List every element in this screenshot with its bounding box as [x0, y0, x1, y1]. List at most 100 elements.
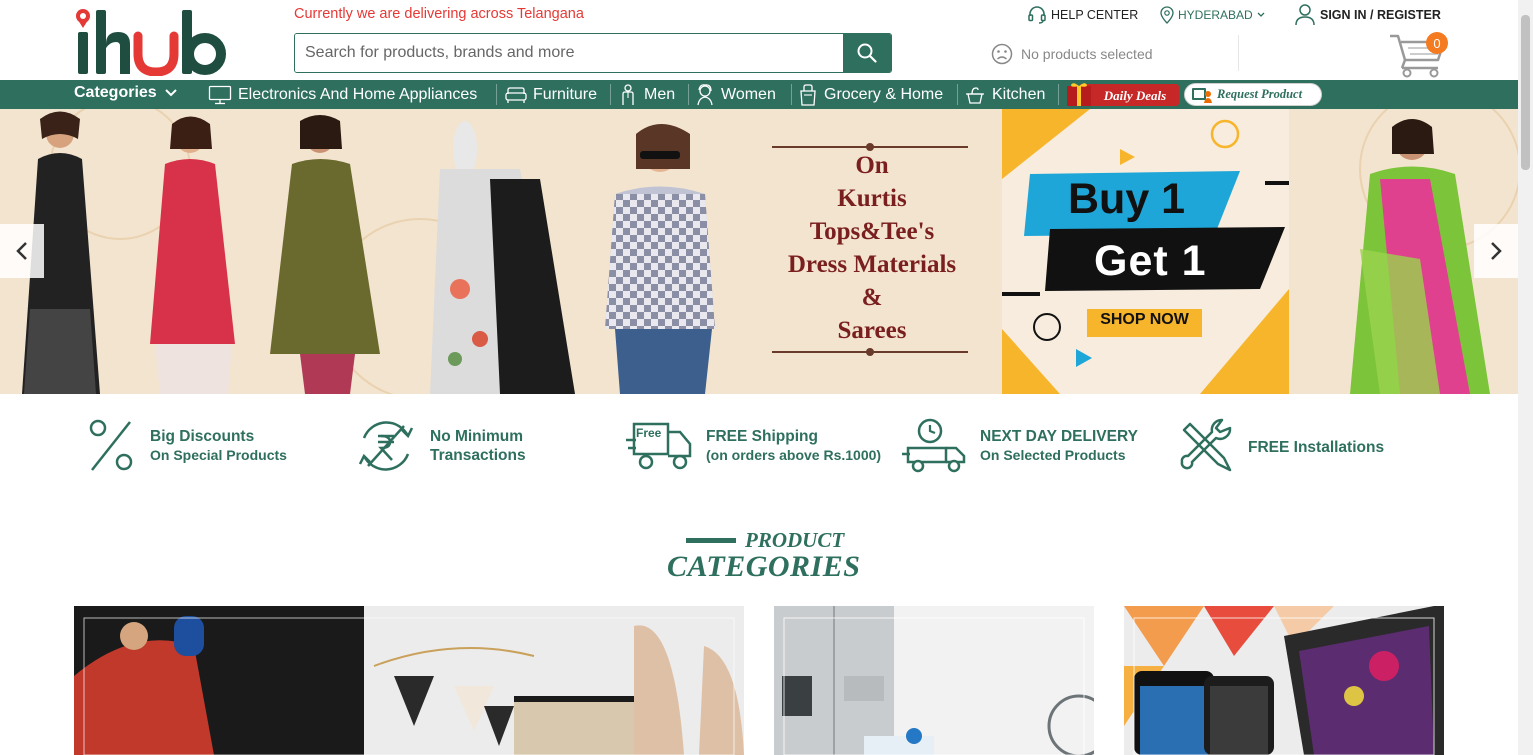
nav-women[interactable]: Women: [695, 83, 776, 106]
nav-label: Kitchen: [992, 85, 1046, 103]
delivery-note: Currently we are delivering across Telan…: [294, 6, 584, 22]
feature-text: FREE Shipping (on orders above Rs.1000): [706, 427, 881, 465]
feature-text: No Minimum Transactions: [430, 427, 526, 465]
search-input[interactable]: [295, 34, 843, 72]
promo-line: Sarees: [837, 317, 907, 344]
model-figure: [270, 115, 380, 394]
free-badge: Free: [636, 426, 662, 440]
feature-title: FREE Shipping: [706, 428, 818, 445]
header: Currently we are delivering across Telan…: [0, 0, 1518, 80]
nav-label: Women: [721, 85, 776, 103]
model-figure: [150, 116, 235, 394]
model-figure: [605, 124, 715, 394]
feature-subtitle: On Special Products: [150, 447, 287, 463]
feature-free-shipping: Free FREE Shipping (on orders above Rs.1…: [626, 418, 881, 474]
category-image: [1124, 606, 1444, 755]
page: Currently we are delivering across Telan…: [0, 0, 1533, 755]
user-icon: [1295, 4, 1315, 26]
woman-icon: [697, 83, 713, 105]
truck-icon: Free: [626, 422, 692, 470]
search-icon: [857, 43, 877, 63]
chevron-left-icon: [16, 242, 27, 260]
model-figure: [1350, 119, 1490, 394]
sofa-icon: [505, 86, 527, 103]
feature-text: FREE Installations: [1248, 438, 1384, 457]
city-label: HYDERABAD: [1178, 8, 1253, 22]
promo-copy: On Kurtis Tops&Tee's Dress Materials & S…: [772, 149, 972, 347]
slider-prev-button[interactable]: [0, 224, 44, 278]
request-product-label: Request Product: [1217, 87, 1303, 101]
monitor-icon: [208, 85, 232, 104]
city-selector[interactable]: HYDERABAD: [1160, 6, 1265, 24]
location-pin-icon: [1160, 6, 1174, 24]
category-image: [774, 606, 1094, 755]
shop-now-button[interactable]: SHOP NOW: [1087, 311, 1202, 329]
chevron-down-icon: [1257, 12, 1265, 17]
feature-title: Big Discounts: [150, 428, 255, 445]
search-button[interactable]: [843, 34, 891, 72]
cart-count-badge: 0: [1426, 32, 1448, 54]
nav-separator: [791, 84, 792, 105]
category-tile-accessories[interactable]: [74, 606, 744, 755]
scrollbar-thumb[interactable]: [1521, 15, 1530, 170]
feature-text: NEXT DAY DELIVERY On Selected Products: [980, 427, 1138, 465]
feature-subtitle: (on orders above Rs.1000): [706, 447, 882, 463]
feature-title: FREE Installations: [1248, 438, 1385, 456]
request-product-button[interactable]: Request Product: [1184, 83, 1322, 106]
nav-grocery-home[interactable]: Grocery & Home: [798, 83, 943, 106]
no-products-label: No products selected: [1021, 46, 1153, 62]
category-image: [74, 606, 744, 755]
nav-separator: [610, 84, 611, 105]
help-center-link[interactable]: HELP CENTER: [1027, 5, 1138, 25]
ihub-logo[interactable]: [74, 6, 226, 76]
headset-icon: [1028, 6, 1046, 24]
tools-icon: [1180, 418, 1232, 472]
sad-face-icon: [991, 43, 1013, 65]
daily-deals-label: Daily Deals: [1103, 88, 1166, 103]
request-product-icon: [1192, 87, 1212, 103]
nav-label: Grocery & Home: [824, 85, 944, 103]
categories-dropdown[interactable]: Categories: [74, 84, 177, 102]
compare-status: No products selected: [991, 43, 1153, 65]
percent-icon: [89, 419, 133, 471]
feature-no-minimum: No Minimum Transactions: [354, 418, 526, 474]
nav-label: Electronics And Home Appliances: [238, 85, 478, 103]
buy-one-text: Buy 1: [1068, 175, 1186, 223]
daily-deals-button[interactable]: Daily Deals: [1065, 81, 1180, 108]
promo-line: Dress Materials: [787, 251, 957, 278]
promo-line: &: [861, 284, 883, 311]
chevron-right-icon: [1491, 242, 1502, 260]
mannequin-figure: [430, 121, 575, 394]
nav-men[interactable]: Men: [618, 83, 675, 106]
man-icon: [622, 83, 634, 105]
chevron-down-icon: [164, 89, 177, 97]
nav-furniture[interactable]: Furniture: [505, 83, 597, 106]
heading-accent-line: [686, 538, 736, 543]
category-tile-electronics[interactable]: [1124, 606, 1444, 755]
nav-separator: [688, 84, 689, 105]
feature-subtitle: Transactions: [430, 447, 526, 464]
sign-in-label: SIGN IN / REGISTER: [1320, 8, 1441, 22]
promo-line: Tops&Tee's: [809, 218, 935, 245]
feature-subtitle: On Selected Products: [980, 447, 1126, 463]
clock-truck-icon: [902, 418, 966, 473]
grocery-bag-icon: [800, 83, 816, 106]
categories-label: Categories: [74, 84, 157, 101]
nav-label: Furniture: [533, 85, 598, 103]
help-center-label: HELP CENTER: [1051, 8, 1139, 22]
kitchen-icon: [966, 86, 984, 104]
sign-in-link[interactable]: SIGN IN / REGISTER: [1295, 4, 1441, 26]
slider-next-button[interactable]: [1474, 224, 1518, 278]
nav-electronics[interactable]: Electronics And Home Appliances: [208, 83, 477, 106]
search-bar: [294, 33, 892, 73]
nav-kitchen[interactable]: Kitchen: [964, 83, 1045, 106]
rupee-icon: [358, 421, 414, 471]
section-heading: CATEGORIES: [667, 550, 861, 583]
nav-separator: [496, 84, 497, 105]
nav-separator: [1058, 84, 1059, 105]
hero-banner[interactable]: On Kurtis Tops&Tee's Dress Materials & S…: [0, 109, 1518, 394]
banner-artwork: [22, 109, 1518, 394]
nav-separator: [957, 84, 958, 105]
category-tile-appliances[interactable]: [774, 606, 1094, 755]
feature-text: Big Discounts On Special Products: [150, 427, 287, 465]
